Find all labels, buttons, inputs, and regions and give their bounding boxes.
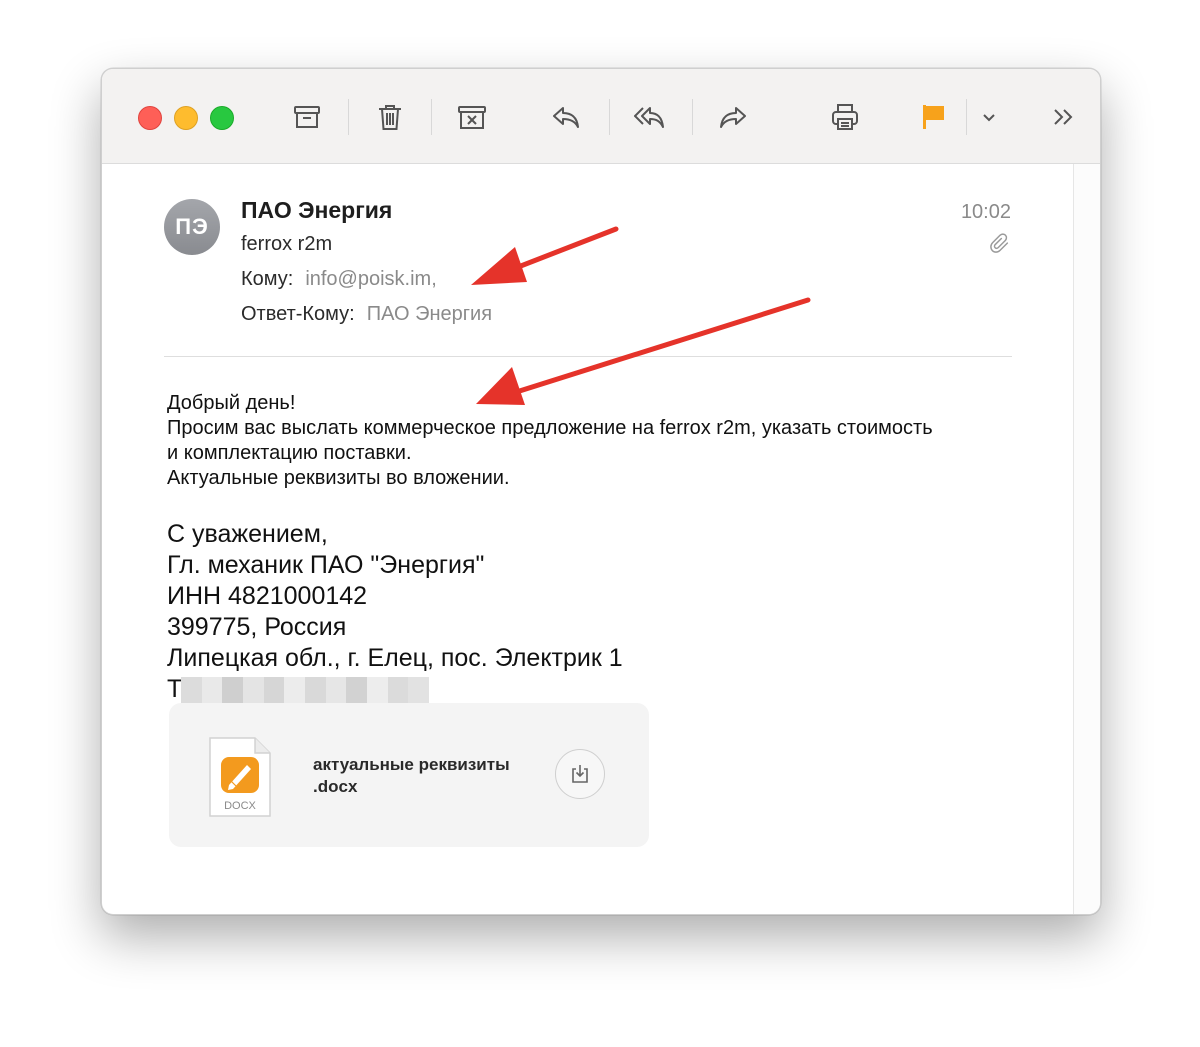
body-line: и комплектацию поставки. (167, 442, 412, 464)
body-line: Просим вас выслать коммерческое предложе… (167, 417, 933, 439)
sender-name: ПАО Энергия (241, 197, 393, 223)
minimize-window-button[interactable] (174, 106, 198, 130)
close-window-button[interactable] (138, 106, 162, 130)
reply-button[interactable] (546, 97, 586, 137)
signature-line: Липецкая обл., г. Елец, пос. Электрик 1 (167, 644, 623, 672)
paperclip-icon (990, 233, 1009, 253)
message-subject: ferrox r2m (241, 233, 333, 255)
phone-prefix: Т (167, 675, 183, 703)
signature-line: Гл. механик ПАО "Энергия" (167, 551, 485, 579)
attachment-name: актуальные реквизиты .docx (313, 754, 553, 798)
to-recipient[interactable]: info@poisk.im, (305, 268, 436, 290)
reply-to-label: Ответ-Кому: (241, 303, 355, 325)
attachment-card[interactable]: DOCX актуальные реквизиты .docx (169, 703, 649, 847)
attachment-name-line: .docx (313, 777, 358, 796)
junk-icon (458, 106, 486, 129)
phone-line: Т (167, 674, 623, 705)
docx-icon-label: DOCX (224, 800, 256, 812)
more-toolbar-button[interactable] (1044, 97, 1084, 137)
chevron-down-icon (983, 114, 995, 122)
flag-menu-button[interactable] (969, 97, 1009, 137)
to-label: Кому: (241, 268, 294, 290)
body-line: Добрый день! (167, 392, 296, 414)
pixelated-phone-number (181, 677, 430, 703)
reply-to-recipient[interactable]: ПАО Энергия (367, 303, 492, 325)
to-row: Кому: info@poisk.im, (241, 268, 437, 291)
forward-button[interactable] (713, 97, 753, 137)
signature-line: С уважением, (167, 520, 328, 548)
toolbar (102, 69, 1100, 164)
attachment-name-line: актуальные реквизиты (313, 755, 510, 774)
archive-button[interactable] (287, 97, 327, 137)
print-icon (832, 104, 858, 130)
archive-icon (294, 106, 320, 128)
body-line: Актуальные реквизиты во вложении. (167, 467, 510, 489)
trash-button[interactable] (370, 97, 410, 137)
message-body: Добрый день! Просим вас выслать коммерче… (167, 391, 1027, 491)
signature-line: 399775, Россия (167, 613, 347, 641)
reply-to-row: Ответ-Кому: ПАО Энергия (241, 303, 492, 326)
print-button[interactable] (825, 97, 865, 137)
header-divider (164, 356, 1012, 357)
mail-window: ПЭ ПАО Энергия ferrox r2m Кому: info@pois… (101, 68, 1101, 915)
signature-line: ИНН 4821000142 (167, 582, 368, 610)
scrollbar[interactable] (1073, 164, 1100, 914)
docx-file-icon: DOCX (209, 737, 271, 817)
avatar: ПЭ (164, 199, 220, 255)
reply-all-button[interactable] (629, 97, 669, 137)
zoom-window-button[interactable] (210, 106, 234, 130)
message-time: 10:02 (960, 201, 1011, 223)
reply-all-icon (634, 107, 664, 128)
flag-button[interactable] (913, 97, 953, 137)
download-button[interactable] (555, 749, 605, 799)
flag-icon (923, 105, 944, 129)
junk-button[interactable] (452, 97, 492, 137)
more-chevrons-icon (1054, 109, 1073, 125)
reply-icon (553, 107, 579, 128)
forward-icon (720, 107, 746, 128)
signature: С уважением, Гл. механик ПАО "Энергия" И… (167, 519, 623, 705)
trash-icon (379, 105, 401, 130)
download-icon (572, 765, 588, 783)
